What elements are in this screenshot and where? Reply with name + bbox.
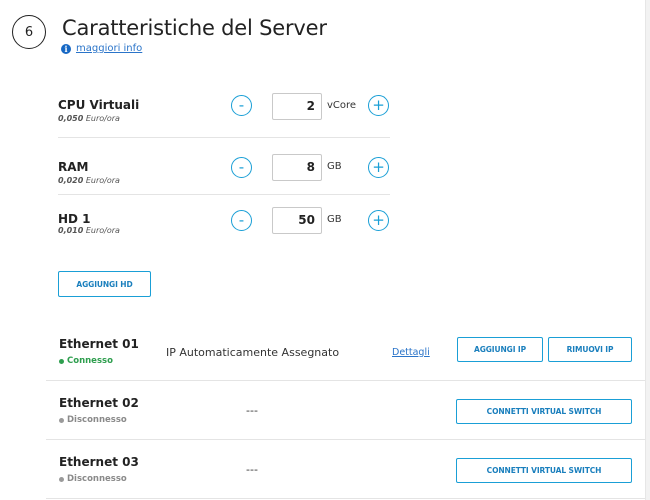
resource-name: CPU Virtuali — [58, 98, 140, 112]
resource-name: HD 1 — [58, 212, 91, 226]
status-dot-icon — [59, 358, 64, 364]
ethernet-details-link[interactable]: Dettagli — [392, 347, 430, 358]
connect-virtual-switch-button[interactable]: CONNETTI VIRTUAL SWITCH — [456, 399, 632, 424]
scrollbar-track[interactable] — [645, 0, 650, 500]
cpu-decrease-button[interactable]: - — [231, 95, 252, 116]
hd-quantity-input[interactable]: 50 — [272, 207, 322, 234]
step-number-badge: 6 — [12, 15, 46, 49]
status-dot-icon — [59, 476, 64, 482]
resource-price: 0,010 Euro/ora — [58, 226, 120, 235]
add-hd-button[interactable]: AGGIUNGI HD — [58, 271, 151, 297]
status-dot-icon — [59, 417, 64, 423]
info-line[interactable]: i maggiori info — [61, 43, 142, 54]
ethernet-ip-text: --- — [246, 404, 258, 417]
page-title: Caratteristiche del Server — [62, 16, 327, 40]
cpu-quantity-input[interactable]: 2 — [272, 93, 322, 120]
add-ip-button[interactable]: AGGIUNGI IP — [457, 337, 543, 362]
ethernet-status: Disconnesso — [59, 474, 127, 484]
ethernet-ip-text: --- — [246, 463, 258, 476]
ram-quantity-input[interactable]: 8 — [272, 154, 322, 181]
cpu-unit: vCore — [327, 100, 357, 111]
resource-row-cpu: CPU Virtuali 0,050 Euro/ora - 2 vCore + — [58, 82, 390, 138]
ethernet-status: Connesso — [59, 356, 113, 366]
cpu-increase-button[interactable]: + — [368, 95, 389, 116]
more-info-link[interactable]: maggiori info — [76, 43, 142, 54]
resource-row-ram: RAM 0,020 Euro/ora - 8 GB + — [58, 139, 390, 195]
resource-price: 0,050 Euro/ora — [58, 114, 120, 123]
resource-row-hd: HD 1 0,010 Euro/ora - 50 GB + — [58, 196, 390, 252]
resource-name: RAM — [58, 160, 89, 174]
ethernet-row-01: Ethernet 01 Connesso IP Automaticamente … — [46, 322, 645, 381]
ethernet-ip-text: IP Automaticamente Assegnato — [166, 346, 340, 359]
info-icon: i — [61, 43, 71, 54]
remove-ip-button[interactable]: RIMUOVI IP — [548, 337, 632, 362]
ethernet-name: Ethernet 03 — [59, 455, 139, 469]
hd-decrease-button[interactable]: - — [231, 210, 252, 231]
ethernet-name: Ethernet 02 — [59, 396, 139, 410]
ethernet-row-02: Ethernet 02 Disconnesso --- CONNETTI VIR… — [46, 381, 645, 440]
connect-virtual-switch-button[interactable]: CONNETTI VIRTUAL SWITCH — [456, 458, 632, 483]
resource-price: 0,020 Euro/ora — [58, 176, 120, 185]
ethernet-row-03: Ethernet 03 Disconnesso --- CONNETTI VIR… — [46, 440, 645, 499]
ethernet-name: Ethernet 01 — [59, 337, 139, 351]
ethernet-status: Disconnesso — [59, 415, 127, 425]
ram-increase-button[interactable]: + — [368, 157, 389, 178]
hd-unit: GB — [327, 214, 342, 225]
ram-decrease-button[interactable]: - — [231, 157, 252, 178]
ram-unit: GB — [327, 161, 342, 172]
hd-increase-button[interactable]: + — [368, 210, 389, 231]
